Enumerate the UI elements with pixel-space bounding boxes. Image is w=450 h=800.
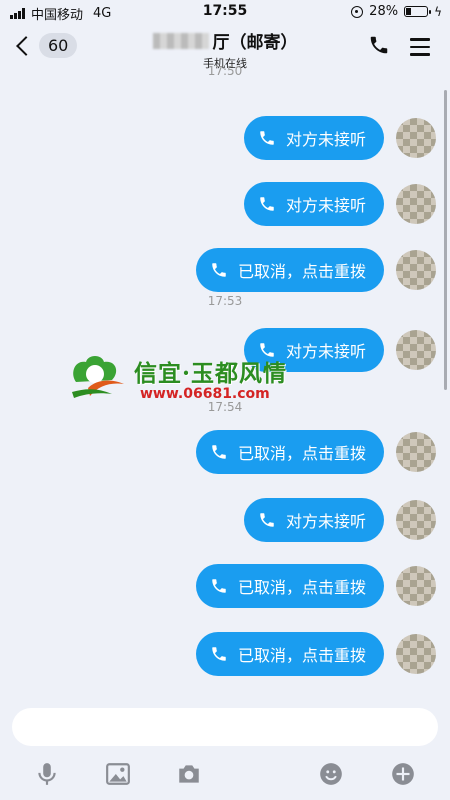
status-bar: 中国移动 4G 17:55 28% ϟ — [0, 0, 450, 24]
watermark: 信宜·玉都风情 www.06681.com — [68, 352, 298, 410]
charging-icon: ϟ — [434, 4, 442, 19]
call-status-text: 对方未接听 — [285, 130, 366, 149]
avatar[interactable] — [396, 184, 436, 224]
call-message-row: 对方未接听 — [243, 116, 436, 160]
call-bubble[interactable]: 已取消，点击重拨 — [195, 430, 384, 474]
input-toolbar — [0, 755, 450, 791]
redacted-name — [152, 32, 209, 49]
battery-percent: 28% — [369, 4, 399, 19]
message-input[interactable] — [12, 708, 438, 746]
call-status-text: 已取消，点击重拨 — [237, 578, 366, 597]
timestamp: 17:53 — [207, 294, 243, 308]
phone-icon — [260, 131, 274, 145]
call-bubble[interactable]: 已取消，点击重拨 — [195, 564, 384, 608]
phone-icon — [260, 513, 274, 527]
call-status-text: 已取消，点击重拨 — [237, 646, 366, 665]
call-message-row: 已取消，点击重拨 — [195, 430, 436, 474]
phone-icon — [212, 263, 226, 277]
phone-icon — [212, 445, 226, 459]
call-status-text: 对方未接听 — [285, 196, 366, 215]
phone-icon — [212, 579, 226, 593]
watermark-name: 信宜·玉都风情 — [134, 360, 288, 387]
call-message-row: 对方未接听 — [243, 182, 436, 226]
camera-icon[interactable] — [176, 761, 202, 787]
plus-icon[interactable] — [390, 761, 416, 787]
avatar[interactable] — [396, 250, 436, 290]
avatar[interactable] — [396, 500, 436, 540]
battery-fill — [406, 8, 412, 15]
call-message-row: 对方未接听 — [243, 498, 436, 542]
battery-icon — [404, 6, 432, 17]
back-button[interactable]: 60 — [14, 33, 78, 58]
phone-icon — [212, 647, 226, 661]
phone-icon — [260, 197, 274, 211]
menu-icon[interactable] — [410, 38, 430, 61]
chat-title: 厅（邮寄） — [120, 28, 330, 53]
orientation-lock-icon — [351, 5, 364, 18]
avatar[interactable] — [396, 432, 436, 472]
image-icon[interactable] — [105, 761, 131, 787]
call-message-row: 已取消，点击重拨 — [195, 564, 436, 608]
call-message-row: 已取消，点击重拨 — [195, 632, 436, 676]
call-bubble[interactable]: 对方未接听 — [243, 116, 384, 160]
watermark-url: www.06681.com — [140, 386, 270, 402]
chevron-left-icon — [16, 35, 36, 56]
phone-call-icon[interactable] — [368, 34, 390, 56]
call-bubble[interactable]: 已取消，点击重拨 — [195, 632, 384, 676]
emoji-icon[interactable] — [318, 761, 344, 787]
timestamp: 17:50 — [207, 64, 243, 78]
chat-title-text: 厅（邮寄） — [212, 33, 298, 53]
unread-count-badge: 60 — [39, 33, 78, 58]
scrollbar[interactable] — [444, 90, 447, 390]
status-right: 28% ϟ — [351, 4, 442, 19]
microphone-icon[interactable] — [34, 761, 60, 787]
avatar[interactable] — [396, 566, 436, 606]
avatar[interactable] — [396, 118, 436, 158]
avatar[interactable] — [396, 634, 436, 674]
call-status-text: 对方未接听 — [285, 512, 366, 531]
input-area — [0, 700, 450, 800]
watermark-logo — [72, 356, 124, 398]
call-status-text: 已取消，点击重拨 — [237, 262, 366, 281]
call-bubble[interactable]: 已取消，点击重拨 — [195, 248, 384, 292]
call-status-text: 已取消，点击重拨 — [237, 444, 366, 463]
call-bubble[interactable]: 对方未接听 — [243, 498, 384, 542]
call-bubble[interactable]: 对方未接听 — [243, 182, 384, 226]
avatar[interactable] — [396, 330, 436, 370]
call-message-row: 已取消，点击重拨 — [195, 248, 436, 292]
